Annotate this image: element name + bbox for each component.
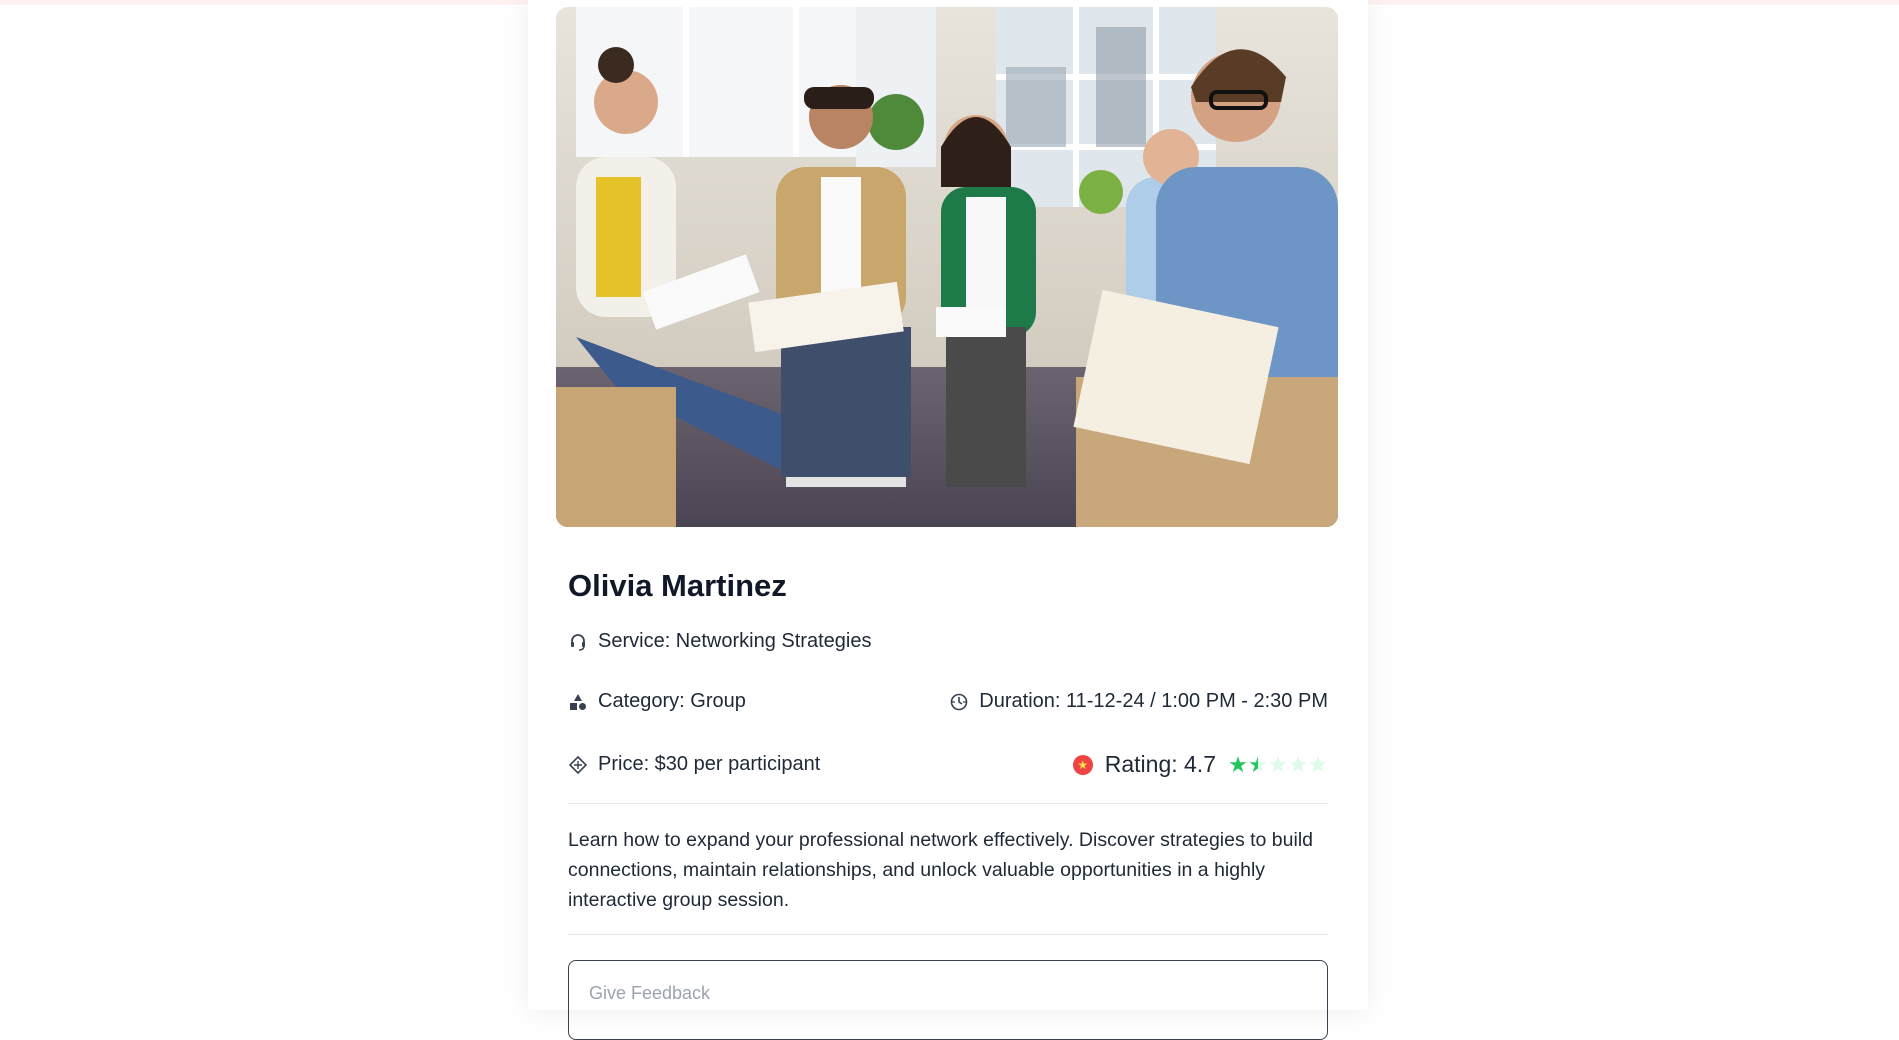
session-description: Learn how to expand your professional ne… (568, 829, 1314, 911)
star-icon: ★ (1248, 751, 1268, 777)
service-row: Service: Networking Strategies (568, 630, 871, 653)
provider-name: Olivia Martinez (568, 568, 787, 603)
star-icon: ★ (1288, 751, 1308, 777)
price-tag-icon (568, 755, 588, 775)
price-text: Price: $30 per participant (598, 753, 821, 775)
rating-stars: ★ ★ ★ ★ ★ (1228, 751, 1328, 777)
service-text: Service: Networking Strategies (598, 630, 872, 652)
shapes-icon (568, 692, 588, 712)
duration-row: Duration: 11-12-24 / 1:00 PM - 2:30 PM (949, 690, 1328, 713)
divider (568, 934, 1328, 935)
star-icon: ★ (1268, 751, 1288, 777)
globe-clock-icon (949, 692, 969, 712)
session-card: Olivia Martinez Service: Networking Stra… (528, 0, 1368, 1040)
session-photo (556, 7, 1338, 527)
rating-text: Rating: 4.7 (1104, 751, 1216, 777)
category-row: Category: Group (568, 690, 746, 713)
duration-text: Duration: 11-12-24 / 1:00 PM - 2:30 PM (979, 690, 1328, 712)
star-icon: ★ (1228, 751, 1248, 777)
divider (568, 803, 1328, 804)
star-badge-icon: ★ (1072, 754, 1093, 775)
feedback-input[interactable]: Give Feedback (568, 960, 1328, 1040)
rating-row: ★ Rating: 4.7 ★ ★ ★ ★ ★ (1072, 751, 1328, 778)
star-icon: ★ (1308, 751, 1328, 777)
category-text: Category: Group (598, 690, 746, 712)
headset-icon (568, 632, 588, 652)
price-row: Price: $30 per participant (568, 753, 820, 776)
